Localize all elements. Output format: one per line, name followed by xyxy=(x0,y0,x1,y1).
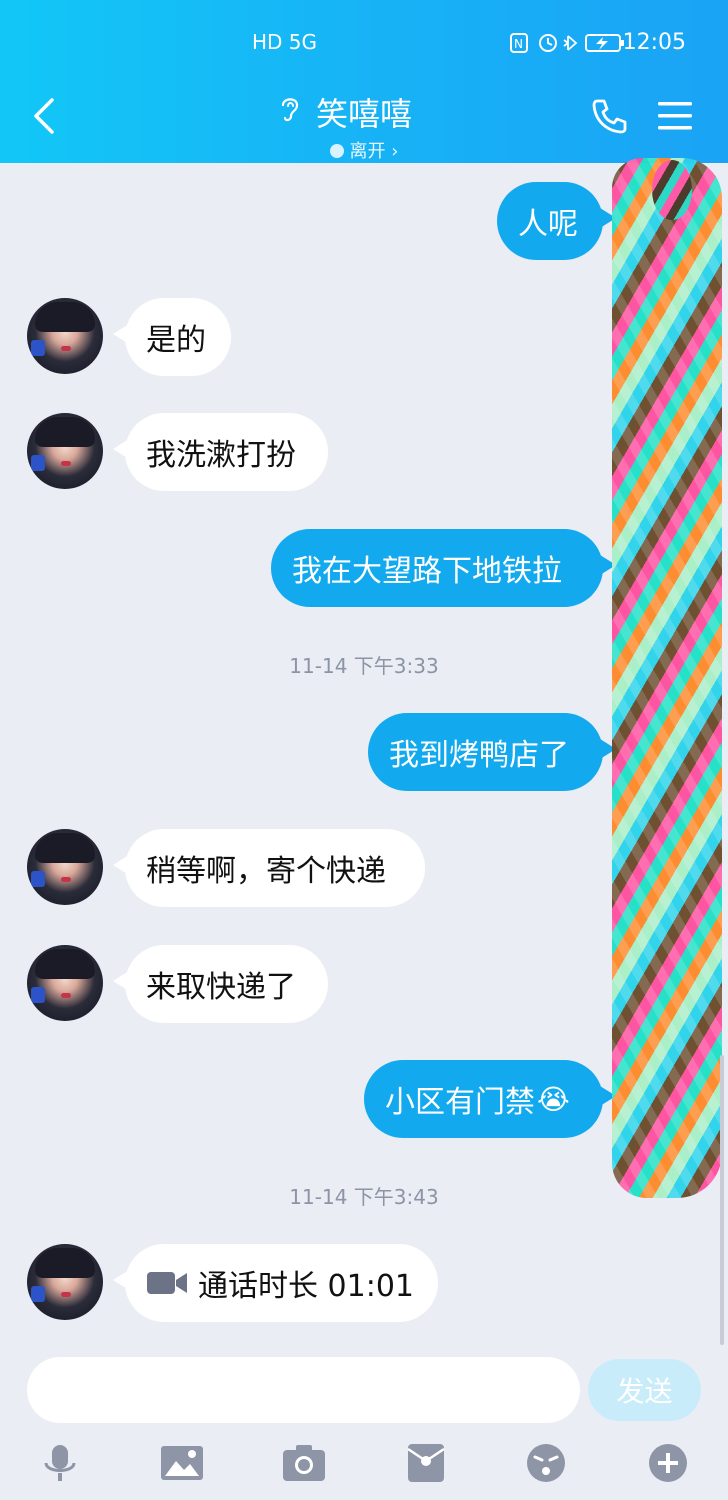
message-bubble[interactable]: 我在大望路下地铁拉 xyxy=(271,529,603,607)
message-text: 是的 xyxy=(146,323,206,358)
status-bar: HD 5G N 12:05 xyxy=(0,0,728,86)
message-bubble[interactable]: 来取快递了 xyxy=(125,945,328,1023)
send-button[interactable]: 发送 xyxy=(588,1359,701,1421)
message-text: 通话时长 01:01 xyxy=(198,1269,414,1304)
message-text: 我到烤鸭店了 xyxy=(389,738,569,773)
emoji-icon[interactable] xyxy=(524,1443,568,1483)
clock-icon xyxy=(329,144,344,158)
contact-status: 离开 › xyxy=(0,137,728,163)
clock: 12:05 xyxy=(622,30,686,55)
avatar[interactable] xyxy=(27,413,103,489)
message-text: 稍等啊，寄个快递 xyxy=(146,854,386,889)
microphone-icon[interactable] xyxy=(38,1443,82,1483)
svg-text:N: N xyxy=(514,37,523,51)
message-text: 人呢 xyxy=(518,207,578,242)
timestamp: 11-14 下午3:43 xyxy=(289,1185,439,1209)
avatar[interactable] xyxy=(27,1244,103,1320)
message-bubble[interactable]: 小区有门禁 😭 xyxy=(364,1060,603,1138)
phone-icon[interactable] xyxy=(589,96,629,136)
message-bubble[interactable]: 我到烤鸭店了 xyxy=(368,713,603,791)
message-text: 小区有门禁 xyxy=(385,1085,535,1120)
message-bubble[interactable]: 稍等啊，寄个快递 xyxy=(125,829,425,907)
camera-icon[interactable] xyxy=(282,1443,326,1483)
message-text: 我在大望路下地铁拉 xyxy=(292,554,562,589)
scrollbar[interactable] xyxy=(720,1055,724,1345)
system-icons: N xyxy=(510,33,624,53)
message-input[interactable] xyxy=(27,1357,580,1423)
crying-emoji-icon: 😭 xyxy=(537,1082,570,1116)
message-text: 来取快递了 xyxy=(146,970,296,1005)
message-bubble[interactable]: 是的 xyxy=(125,298,231,376)
menu-icon[interactable] xyxy=(655,96,695,136)
video-icon xyxy=(147,1272,187,1294)
contact-name: 笑嘻嘻 xyxy=(315,95,412,133)
avatar[interactable] xyxy=(27,829,103,905)
chat-header: HD 5G N 12:05 笑嘻嘻 离开 › xyxy=(0,0,728,163)
network-indicator: HD 5G xyxy=(252,30,318,54)
avatar[interactable] xyxy=(27,298,103,374)
message-bubble[interactable]: 我洗漱打扮 xyxy=(125,413,328,491)
plus-icon[interactable] xyxy=(646,1443,690,1483)
red-packet-icon[interactable] xyxy=(404,1443,448,1483)
message-text: 我洗漱打扮 xyxy=(146,438,296,473)
image-icon[interactable] xyxy=(160,1443,204,1483)
redaction-mosaic xyxy=(612,158,722,1198)
message-bubble[interactable]: 人呢 xyxy=(497,182,603,260)
call-record-bubble[interactable]: 通话时长 01:01 xyxy=(125,1244,438,1322)
avatar[interactable] xyxy=(27,945,103,1021)
redaction-mosaic xyxy=(652,160,692,220)
